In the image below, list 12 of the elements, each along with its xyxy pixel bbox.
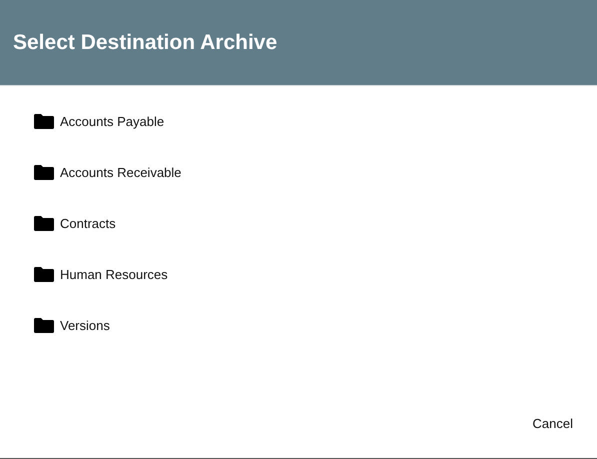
folder-icon	[34, 318, 54, 332]
folder-icon	[34, 216, 54, 230]
folder-item[interactable]: Contracts	[34, 214, 597, 232]
cancel-button[interactable]: Cancel	[528, 414, 577, 433]
folder-item[interactable]: Versions	[34, 316, 597, 334]
folder-item[interactable]: Accounts Receivable	[34, 163, 597, 181]
folder-icon	[34, 266, 54, 282]
folder-icon	[34, 164, 54, 180]
folder-icon	[34, 114, 54, 128]
folder-item[interactable]: Accounts Payable	[34, 112, 597, 130]
dialog-title: Select Destination Archive	[13, 30, 278, 54]
folder-item[interactable]: Human Resources	[34, 265, 597, 283]
